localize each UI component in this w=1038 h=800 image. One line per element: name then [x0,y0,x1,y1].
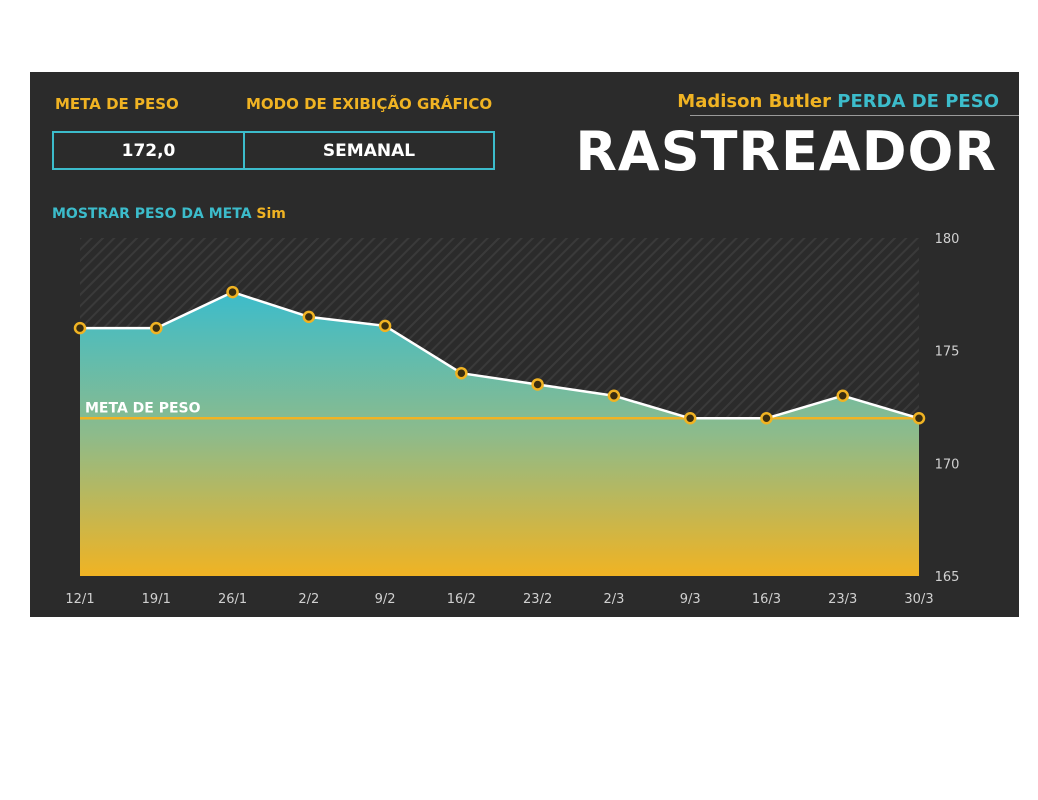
data-point [531,378,544,391]
y-tick-label: 170 [935,457,960,472]
y-tick-label: 175 [935,345,960,360]
x-tick-label: 30/3 [904,592,933,607]
data-point [607,389,621,402]
data-point [226,285,239,299]
data-point [73,321,87,335]
tracker-panel: META DE PESO MODO DE EXIBIÇÃO GRÁFICO Ma… [30,72,1019,617]
x-tick-label: 23/2 [523,592,552,607]
data-point [760,412,773,425]
data-point [378,319,392,333]
goal-line-label: META DE PESO [85,400,201,416]
data-point [302,310,316,324]
data-point [683,412,697,425]
x-tick-label: 16/3 [752,592,781,607]
data-point [912,412,926,425]
data-point [836,389,849,402]
x-tick-label: 9/2 [375,592,396,607]
x-tick-label: 2/3 [603,592,624,607]
weight-chart: META DE PESO 12/1 19/1 26/1 2/2 9/2 16/2 23/2 2… [65,232,960,607]
x-tick-label: 19/1 [142,592,171,607]
data-point [150,321,163,335]
y-tick-label: 180 [935,232,960,247]
x-tick-label: 12/1 [65,592,94,607]
x-tick-label: 9/3 [680,592,701,607]
x-tick-label: 2/2 [298,592,319,607]
y-tick-label: 165 [935,570,960,585]
x-tick-label: 16/2 [447,592,476,607]
x-tick-label: 26/1 [218,592,247,607]
x-tick-label: 23/3 [828,592,857,607]
data-point [455,366,468,380]
